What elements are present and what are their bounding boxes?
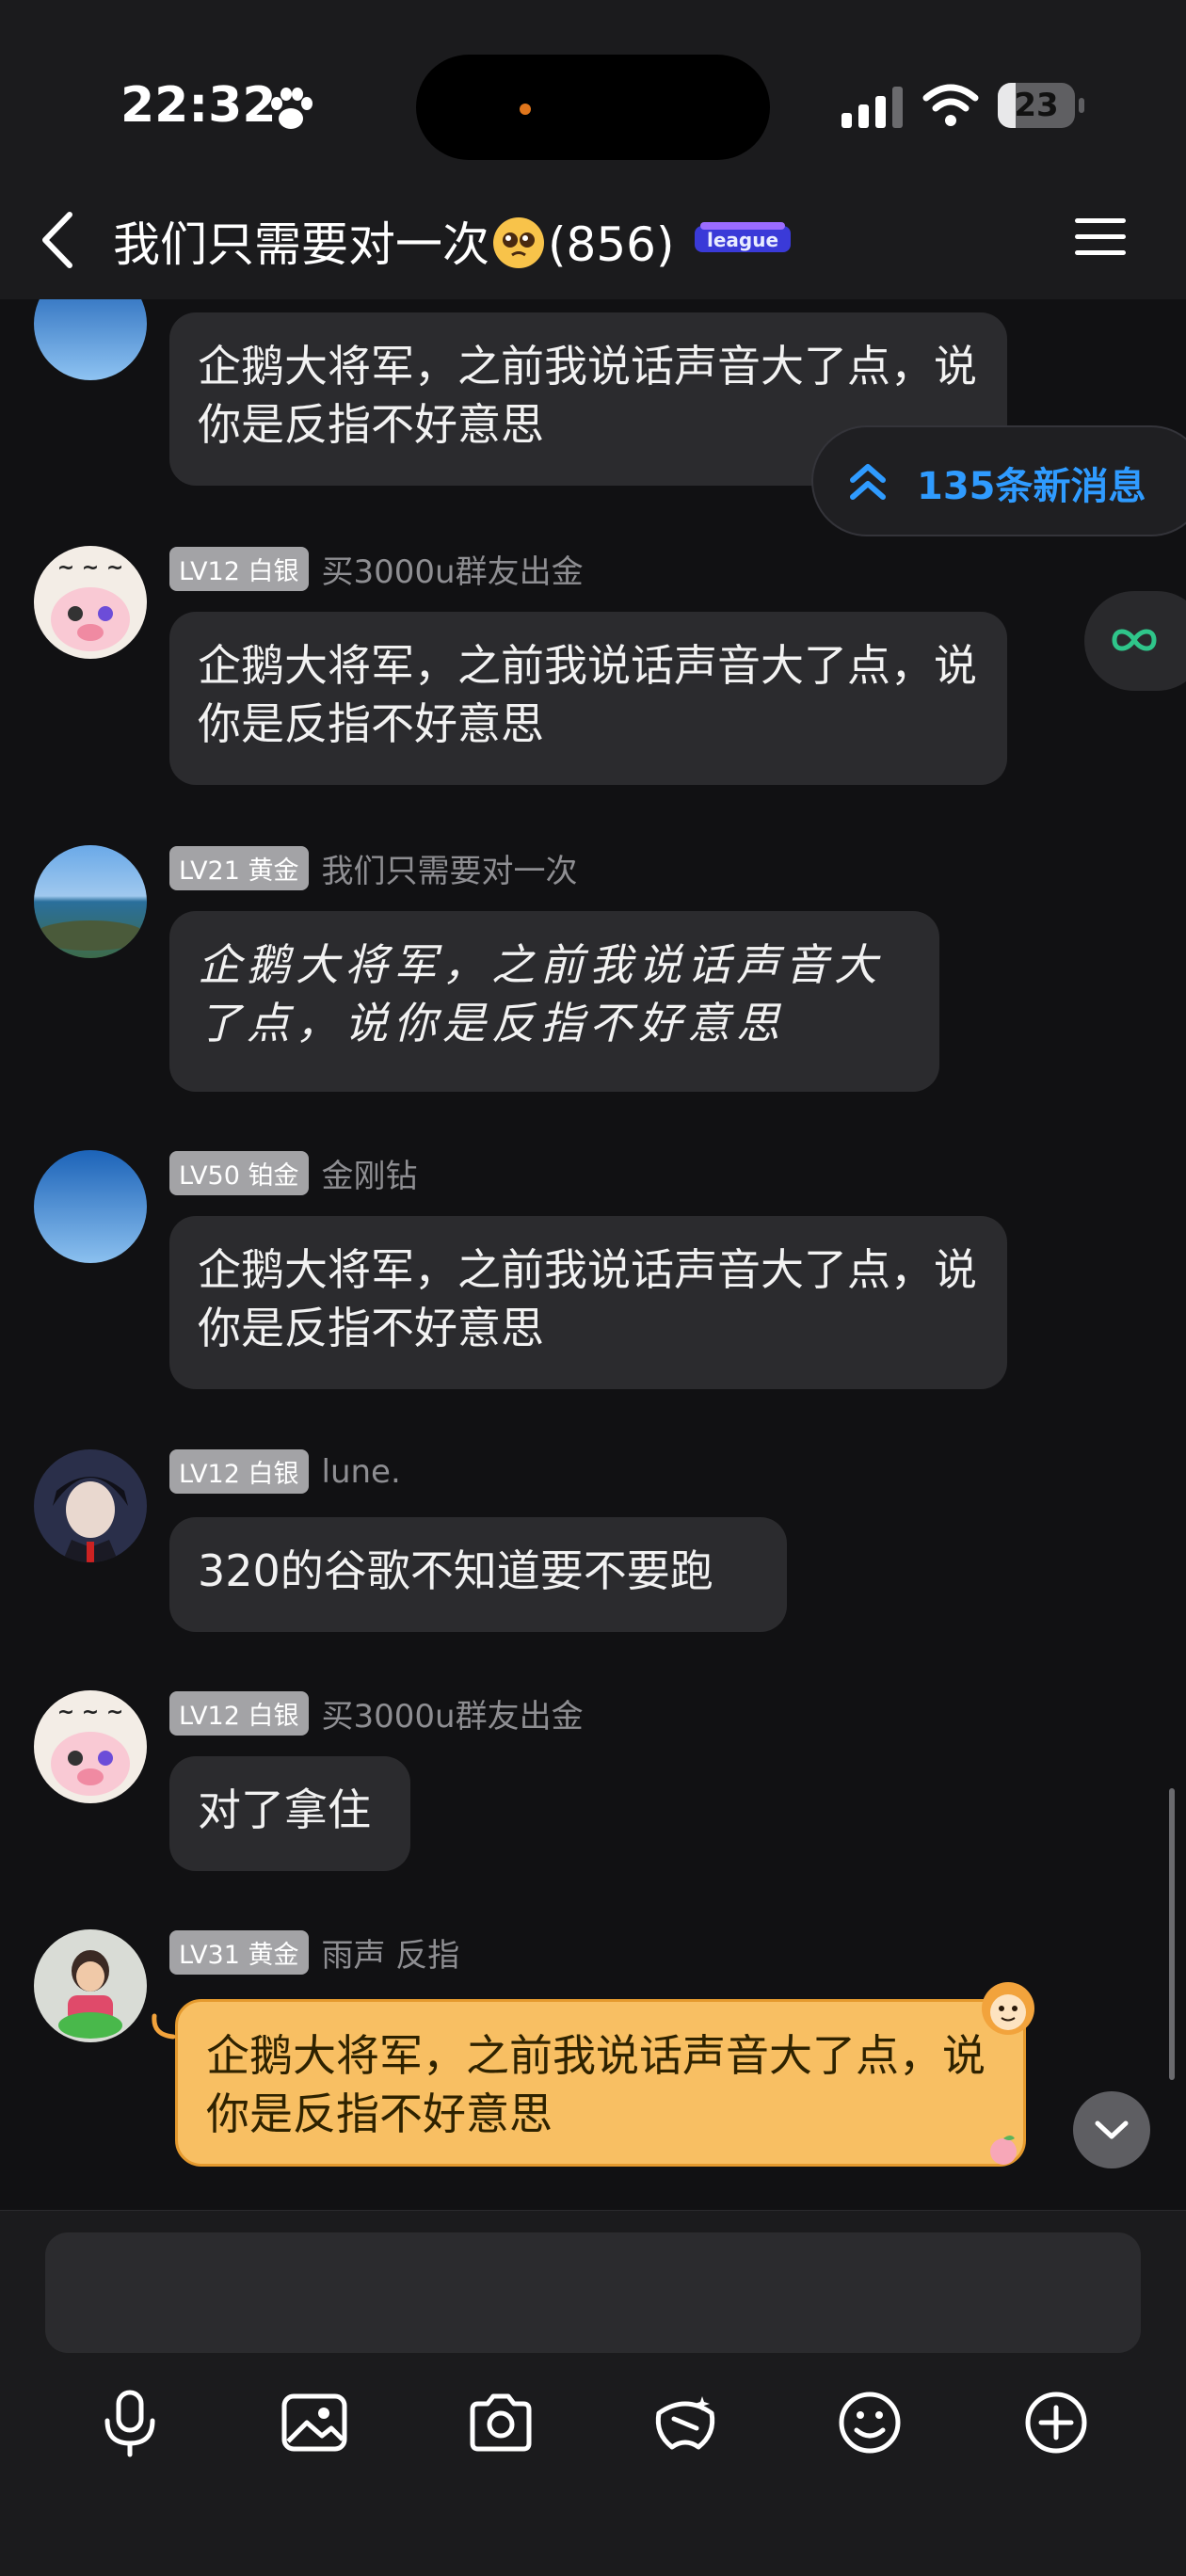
level-badge: LV12 白银 [169,1449,309,1494]
paw-icon [271,88,313,129]
infinity-float-button[interactable] [1084,591,1186,691]
avatar[interactable] [34,1150,147,1263]
message-bubble[interactable]: 对了拿住 [169,1756,410,1871]
new-messages-button[interactable]: 135条新消息 [811,425,1186,536]
level-badge: LV50 铂金 [169,1151,309,1195]
dynamic-island [416,55,770,160]
monkey-sticker-icon [982,1982,1034,2035]
level-badge: LV12 白银 [169,1691,309,1736]
message-meta: LV12 白银 买3000u群友出金 [169,1690,584,1736]
league-badge-icon: league [695,222,791,252]
message-bubble[interactable]: 企鹅大将军，之前我说话声音大了点，说你是反指不好意思 [169,911,939,1092]
game-icon[interactable] [649,2387,721,2458]
cellular-signal-icon [841,87,903,128]
status-time: 22:32 [120,77,277,134]
image-icon[interactable] [279,2387,350,2458]
svg-text:~ ~ ~: ~ ~ ~ [57,1701,124,1724]
avatar[interactable]: ~ ~ ~ [34,1690,147,1803]
svg-text:~ ~ ~: ~ ~ ~ [57,556,124,580]
scroll-to-bottom-button[interactable] [1073,2091,1150,2168]
sender-name[interactable]: 买3000u群友出金 [322,1690,584,1736]
camera-icon[interactable] [465,2387,537,2458]
member-count: (856) [548,217,675,272]
sender-name[interactable]: 我们只需要对一次 [322,845,578,891]
avatar[interactable] [34,1449,147,1562]
plus-icon[interactable] [1020,2387,1092,2458]
tail-decoration-icon [152,2013,176,2040]
avatar[interactable] [34,299,147,380]
message-meta: LV31 黄金 雨声 反指 [169,1929,459,1975]
back-arrow-icon[interactable] [36,209,81,271]
battery-percent: 23 [1014,87,1059,124]
message-meta: LV50 铂金 金刚钻 [169,1150,418,1195]
chevron-down-icon [1095,2120,1129,2139]
microphone-icon[interactable] [94,2387,166,2458]
sender-name[interactable]: 雨声 反指 [322,1929,460,1976]
message-list[interactable]: 企鹅大将军，之前我说话声音大了点，说你是反指不好意思 ~ ~ ~ LV12 白银… [0,299,1186,2210]
group-title[interactable]: 我们只需要对一次 (856) [113,207,674,275]
message-bubble[interactable]: 企鹅大将军，之前我说话声音大了点，说你是反指不好意思 [169,1216,1007,1389]
level-badge: LV21 黄金 [169,846,309,890]
infinity-icon [1112,629,1157,651]
peach-icon [990,2136,1017,2165]
group-name: 我们只需要对一次 [113,217,489,272]
battery-indicator: 23 [998,83,1086,128]
message-bubble[interactable]: 企鹅大将军，之前我说话声音大了点，说你是反指不好意思 [169,612,1007,785]
pleading-face-emoji-icon [493,217,544,268]
league-badge-text: league [707,229,778,251]
camera-indicator [520,104,531,115]
avatar[interactable] [34,1929,147,2042]
new-messages-label: 135条新消息 [917,465,1146,508]
message-input[interactable] [45,2232,1141,2353]
scrollbar[interactable] [1169,1788,1175,2080]
message-bubble[interactable]: 320的谷歌不知道要不要跑 [169,1517,787,1632]
message-meta: LV12 白银 lune. [169,1449,401,1494]
message-meta: LV21 黄金 我们只需要对一次 [169,845,578,890]
level-badge: LV12 白银 [169,547,309,591]
sender-name[interactable]: 金刚钻 [322,1150,418,1196]
menu-icon[interactable] [1073,215,1128,260]
level-badge: LV31 黄金 [169,1930,309,1975]
emoji-icon[interactable] [834,2387,906,2458]
sender-name[interactable]: lune. [322,1453,401,1491]
wifi-icon [922,84,979,126]
double-chevron-up-icon [850,464,886,500]
message-bubble-themed[interactable]: 企鹅大将军，之前我说话声音大了点，说你是反指不好意思 [175,1999,1026,2167]
sender-name[interactable]: 买3000u群友出金 [322,546,584,592]
message-meta: LV12 白银 买3000u群友出金 [169,546,584,591]
avatar[interactable]: ~ ~ ~ [34,546,147,659]
avatar[interactable] [34,845,147,958]
